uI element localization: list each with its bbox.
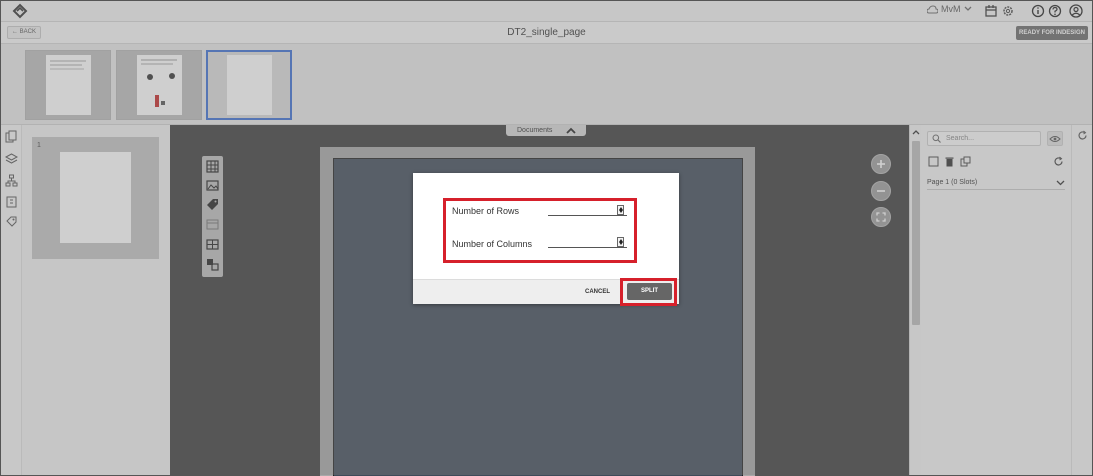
columns-label: Number of Columns — [452, 239, 533, 249]
split-dialog: Number of Rows Number of Columns CANCEL … — [413, 173, 679, 306]
columns-stepper[interactable] — [617, 237, 624, 247]
columns-input[interactable] — [548, 237, 627, 248]
cancel-button[interactable]: CANCEL — [585, 289, 610, 295]
rows-label: Number of Rows — [452, 206, 520, 216]
rows-input[interactable] — [548, 205, 627, 216]
rows-stepper[interactable] — [617, 205, 624, 215]
split-button[interactable]: SPLIT — [627, 283, 672, 300]
